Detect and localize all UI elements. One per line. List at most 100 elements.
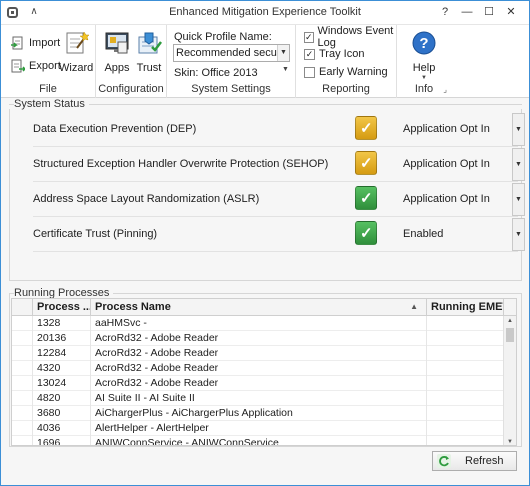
chevron-down-icon: ▼ [277,45,289,61]
sort-ascending-icon: ▲ [410,302,418,311]
process-id-cell: 4820 [33,391,91,406]
help-dropdown-icon: ▼ [421,75,427,81]
status-row-cert-trust: Certificate Trust (Pinning) ✓ Enabled ▼ [33,217,525,252]
status-row-aslr: Address Space Layout Randomization (ASLR… [33,182,525,217]
reporting-group: ✓ Windows Event Log ✓ Tray Icon Early Wa… [296,25,397,98]
wizard-icon [66,31,89,54]
process-grid: Process ... Process Name ▲ Running EMET … [11,298,517,446]
green-check-shield-icon: ✓ [355,186,377,210]
export-button[interactable]: Export [11,57,61,75]
process-id-cell: 1696 [33,436,91,445]
yellow-check-shield-icon: ✓ [355,116,377,140]
process-name-cell: AiChargerPlus - AiChargerPlus Applicatio… [91,406,427,421]
process-name-cell: AcroRd32 - Adobe Reader [91,331,427,346]
table-row[interactable]: 20136 AcroRd32 - Adobe Reader [12,331,504,346]
status-label: Certificate Trust (Pinning) [33,228,158,240]
tray-icon-label: Tray Icon [319,48,365,60]
scroll-down-icon[interactable]: ▼ [504,437,516,445]
table-row[interactable]: 12284 AcroRd32 - Adobe Reader [12,346,504,361]
running-emet-cell [427,346,504,361]
chevron-down-icon[interactable]: ▼ [512,113,525,146]
process-id-cell: 13024 [33,376,91,391]
import-label: Import [29,37,61,49]
trust-label: Trust [136,62,162,74]
scroll-up-icon[interactable]: ▲ [504,316,516,326]
import-button[interactable]: Import [11,34,60,52]
process-id-cell: 20136 [33,331,91,346]
windows-event-log-label: Windows Event Log [317,25,394,49]
process-id-cell: 4036 [33,421,91,436]
running-emet-cell [427,421,504,436]
table-row[interactable]: 4320 AcroRd32 - Adobe Reader [12,361,504,376]
windows-event-log-checkbox[interactable]: ✓ Windows Event Log [304,25,396,49]
trust-button[interactable]: Trust [132,30,166,74]
process-id-cell: 3680 [33,406,91,421]
status-row-sehop: Structured Exception Handler Overwrite P… [33,147,525,182]
apps-label: Apps [104,62,130,74]
export-label: Export [29,60,61,72]
file-group: Import Export Wizard File [1,25,96,98]
chevron-down-icon[interactable]: ▼ [512,148,525,181]
svg-text:?: ? [419,35,428,52]
row-indicator-header [12,299,33,315]
skin-dropdown-icon[interactable]: ▼ [282,66,289,73]
chevron-down-icon[interactable]: ▼ [512,183,525,216]
scroll-thumb[interactable] [506,328,514,342]
export-icon [11,59,25,73]
process-name-cell: aaHMSvc - [91,316,427,331]
quick-profile-value: Recommended security ... [176,47,290,59]
table-row[interactable]: 4820 AI Suite II - AI Suite II [12,391,504,406]
status-value: Enabled [403,228,444,240]
maximize-button[interactable]: ☐ [481,5,497,19]
vertical-scrollbar[interactable]: ▲ ▼ [503,316,516,445]
early-warning-checkbox[interactable]: Early Warning [304,65,388,79]
column-header-process-id[interactable]: Process ... [33,299,91,315]
grid-header: Process ... Process Name ▲ Running EMET [12,299,516,316]
help-titlebar-button[interactable]: ? [437,5,453,19]
system-settings-group-label: System Settings [191,83,271,95]
refresh-label: Refresh [465,455,504,467]
row-indicator-cell [12,316,33,331]
tray-icon-checkbox[interactable]: ✓ Tray Icon [304,47,364,61]
column-header-process-name[interactable]: Process Name ▲ [91,299,427,315]
refresh-button[interactable]: Refresh [432,451,517,471]
checkbox-checked-icon: ✓ [304,48,315,60]
row-indicator-cell [12,376,33,391]
ribbon: Import Export Wizard File Apps Trust Con… [1,25,529,98]
table-row[interactable]: 1696 ANIWConnService - ANIWConnService [12,436,504,445]
apps-button[interactable]: Apps [100,30,134,74]
emet-window: ∧ Enhanced Mitigation Experience Toolkit… [0,0,530,486]
process-id-cell: 12284 [33,346,91,361]
refresh-icon [437,454,451,468]
configuration-group: Apps Trust Configuration [96,25,167,98]
close-button[interactable]: ✕ [503,5,519,19]
info-group: ? Help ▼ Info ⌟ [397,25,451,98]
minimize-button[interactable]: — [459,5,475,19]
wizard-button[interactable]: Wizard [59,30,93,74]
column-header-running-emet[interactable]: Running EMET [427,299,504,315]
file-group-label: File [39,83,57,95]
row-indicator-cell [12,421,33,436]
quick-profile-select[interactable]: Recommended security ... ▼ [173,44,290,62]
process-id-cell: 4320 [33,361,91,376]
quick-profile-label: Quick Profile Name: [174,31,272,43]
process-name-cell: AlertHelper - AlertHelper [91,421,427,436]
process-id-cell: 1328 [33,316,91,331]
table-row[interactable]: 13024 AcroRd32 - Adobe Reader [12,376,504,391]
status-value: Application Opt In [403,193,490,205]
column-header-label: Process Name [95,301,171,313]
row-indicator-cell [12,436,33,445]
table-row[interactable]: 3680 AiChargerPlus - AiChargerPlus Applic… [12,406,504,421]
process-name-cell: AI Suite II - AI Suite II [91,391,427,406]
status-row-dep: Data Execution Prevention (DEP) ✓ Applic… [33,112,525,147]
table-row[interactable]: 1328 aaHMSvc - [12,316,504,331]
import-icon [11,36,23,50]
running-emet-cell [427,331,504,346]
running-emet-cell [427,406,504,421]
table-row[interactable]: 4036 AlertHelper - AlertHelper [12,421,504,436]
row-indicator-cell [12,361,33,376]
help-button[interactable]: ? Help ▼ [407,30,441,82]
process-name-cell: ANIWConnService - ANIWConnService [91,436,427,445]
chevron-down-icon[interactable]: ▼ [512,218,525,251]
dialog-launcher-icon[interactable]: ⌟ [443,85,447,94]
